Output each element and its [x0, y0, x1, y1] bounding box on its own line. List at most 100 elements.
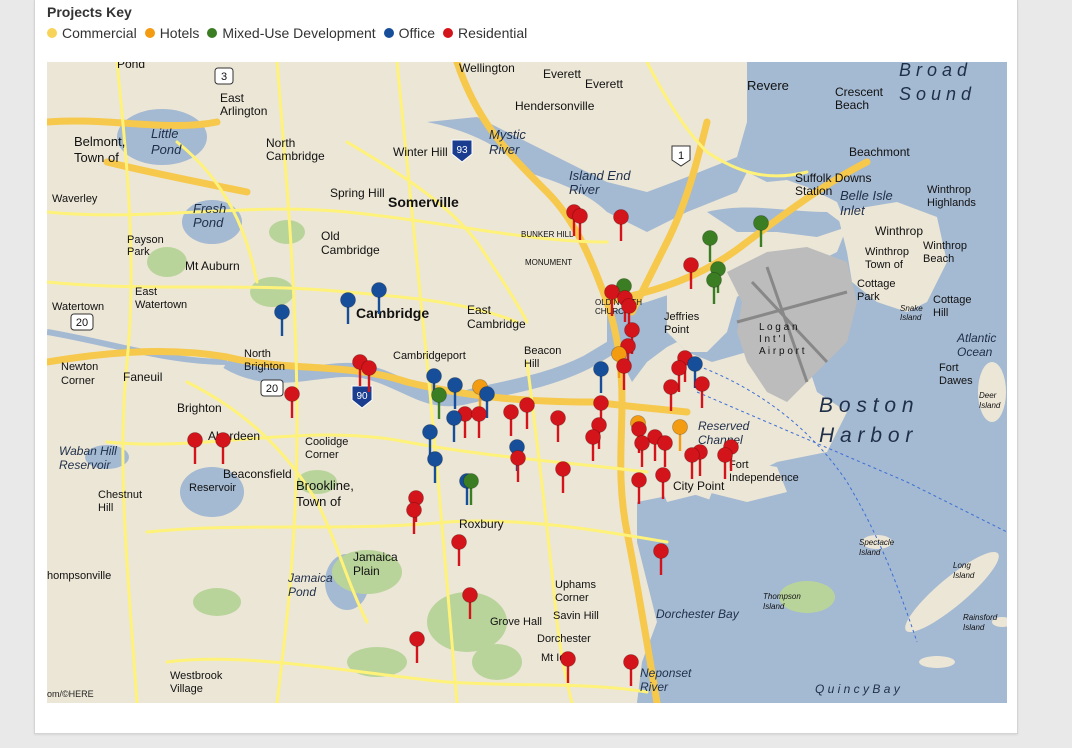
svg-text:Snake: Snake [900, 304, 923, 313]
svg-text:Beachmont: Beachmont [849, 145, 910, 159]
svg-text:Hendersonville: Hendersonville [515, 99, 595, 113]
legend-label: Commercial [62, 25, 137, 41]
svg-text:93: 93 [456, 145, 468, 156]
legend-item-office: Office [383, 25, 435, 41]
svg-text:Pond: Pond [151, 142, 182, 157]
svg-text:Plain: Plain [353, 564, 380, 578]
svg-text:Town of: Town of [865, 259, 904, 271]
svg-text:Village: Village [170, 683, 203, 695]
route-20-shield-b: 20 [260, 379, 284, 397]
svg-text:North: North [266, 136, 295, 150]
svg-text:Thompson: Thompson [763, 592, 801, 601]
svg-text:Ocean: Ocean [957, 345, 993, 359]
svg-text:Beaconsfield: Beaconsfield [223, 467, 292, 481]
svg-text:Dorchester Bay: Dorchester Bay [656, 607, 740, 621]
svg-text:City Point: City Point [673, 479, 725, 493]
svg-text:River: River [640, 680, 669, 694]
svg-text:Cambridge: Cambridge [356, 305, 429, 321]
svg-text:Dorchester: Dorchester [537, 633, 591, 645]
svg-text:Fresh: Fresh [193, 201, 226, 216]
svg-text:L o g a n: L o g a n [759, 322, 798, 333]
svg-text:Corner: Corner [305, 449, 339, 461]
svg-text:Pond: Pond [193, 215, 224, 230]
route-20-shield-a: 20 [70, 313, 94, 331]
svg-text:East: East [220, 91, 245, 105]
svg-text:Point: Point [664, 324, 689, 336]
svg-text:Newton: Newton [61, 361, 98, 373]
svg-text:Brighton: Brighton [177, 401, 222, 415]
svg-text:Somerville: Somerville [388, 194, 459, 210]
svg-text:Spectacle: Spectacle [859, 538, 895, 547]
svg-text:Old: Old [321, 229, 340, 243]
svg-text:Beach: Beach [923, 253, 954, 265]
svg-text:Westbrook: Westbrook [170, 670, 223, 682]
svg-text:Everett: Everett [585, 77, 624, 91]
svg-text:Cambridge: Cambridge [467, 317, 526, 331]
legend-dot-icon [442, 28, 453, 38]
svg-text:Everett: Everett [543, 67, 582, 81]
svg-text:North: North [244, 348, 271, 360]
svg-text:Watertown: Watertown [135, 299, 187, 311]
svg-text:hompsonville: hompsonville [47, 570, 111, 582]
svg-text:Brighton: Brighton [244, 361, 285, 373]
svg-text:Winthrop: Winthrop [927, 184, 971, 196]
svg-text:20: 20 [266, 383, 278, 395]
legend-label: Mixed-Use Development [222, 25, 376, 41]
svg-text:Spring Hill: Spring Hill [330, 186, 385, 200]
projects-legend: Commercial Hotels Mixed-Use Development … [47, 24, 535, 42]
svg-text:Island: Island [979, 401, 1001, 410]
svg-text:Grove Hall: Grove Hall [490, 616, 542, 628]
svg-text:Atlantic: Atlantic [956, 331, 996, 345]
svg-text:Island: Island [953, 571, 975, 580]
svg-text:Hill: Hill [933, 307, 948, 319]
svg-text:Beach: Beach [835, 98, 869, 112]
boston-map[interactable]: 3 93 1 20 20 90 Pond Wellington Everett … [47, 62, 1007, 703]
svg-text:Neponset: Neponset [640, 666, 692, 680]
svg-text:Cottage: Cottage [933, 294, 972, 306]
route-3-shield: 3 [214, 67, 234, 85]
svg-text:River: River [489, 142, 520, 157]
svg-text:Jamaica: Jamaica [353, 550, 398, 564]
svg-text:Inlet: Inlet [840, 203, 866, 218]
svg-text:Belmont,: Belmont, [74, 134, 125, 149]
legend-dot-icon [207, 28, 218, 38]
svg-text:Corner: Corner [61, 375, 95, 387]
projects-key-title: Projects Key [47, 4, 132, 20]
map-canvas[interactable]: 3 93 1 20 20 90 Pond Wellington Everett … [47, 62, 1007, 703]
svg-text:B r o a d: B r o a d [899, 62, 968, 80]
svg-text:S o u n d: S o u n d [899, 84, 972, 104]
svg-text:Pond: Pond [117, 62, 145, 71]
svg-text:Deer: Deer [979, 391, 997, 400]
svg-text:River: River [569, 182, 600, 197]
map-copyright: om/©HERE [47, 689, 94, 699]
svg-text:Q u i n c y B a y: Q u i n c y B a y [815, 682, 901, 696]
svg-text:Payson: Payson [127, 234, 164, 246]
svg-text:Cottage: Cottage [857, 278, 896, 290]
svg-text:Town of: Town of [296, 494, 341, 509]
svg-text:1: 1 [678, 150, 684, 162]
svg-text:Hill: Hill [524, 358, 539, 370]
svg-text:Cambridge: Cambridge [266, 149, 325, 163]
svg-text:Reservoir: Reservoir [59, 458, 111, 472]
svg-text:Island: Island [900, 313, 922, 322]
svg-text:B o s t o n: B o s t o n [819, 394, 914, 417]
svg-text:Station: Station [795, 184, 832, 198]
legend-item-commercial: Commercial [47, 25, 137, 41]
svg-text:Park: Park [857, 291, 880, 303]
svg-text:A i r p o r t: A i r p o r t [759, 346, 805, 357]
svg-text:Cambridge: Cambridge [321, 243, 380, 257]
svg-text:Little: Little [151, 126, 178, 141]
svg-text:Town of: Town of [74, 150, 119, 165]
svg-text:Roxbury: Roxbury [459, 517, 504, 531]
svg-text:Reservoir: Reservoir [189, 482, 236, 494]
svg-text:Island: Island [859, 548, 881, 557]
projects-panel: Projects Key Commercial Hotels Mixed-Use… [34, 0, 1018, 734]
svg-text:Winthrop: Winthrop [875, 224, 923, 238]
legend-dot-icon [144, 28, 155, 38]
svg-text:Island: Island [963, 623, 985, 632]
svg-text:Cambridgeport: Cambridgeport [393, 350, 466, 362]
svg-text:Independence: Independence [729, 472, 799, 484]
svg-text:Revere: Revere [747, 78, 789, 93]
svg-text:Dawes: Dawes [939, 375, 973, 387]
svg-text:Jamaica: Jamaica [287, 571, 333, 585]
